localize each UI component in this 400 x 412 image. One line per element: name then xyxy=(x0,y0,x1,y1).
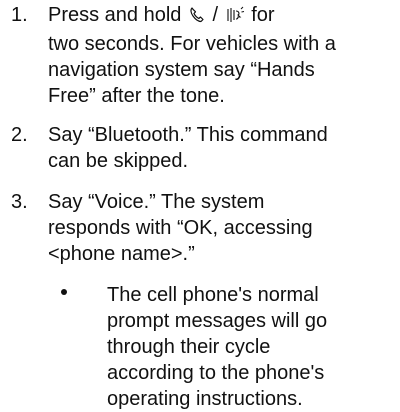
phone-handset-icon xyxy=(188,5,206,31)
voice-speak-icon xyxy=(225,5,245,31)
step-text: Press and hold / for two seconds. For ve… xyxy=(48,2,392,109)
bullet-icon xyxy=(61,289,67,295)
step-1: 1. Press and hold / for two seconds. For… xyxy=(0,2,400,109)
step-number: 1. xyxy=(11,4,28,26)
step-line: Say “Bluetooth.” This command xyxy=(48,124,328,146)
step-2: 2. Say “Bluetooth.” This command can be … xyxy=(0,122,400,174)
bullet-text: The cell phone's normal prompt messages … xyxy=(107,282,392,412)
step-text: Say “Voice.” The system responds with “O… xyxy=(48,189,392,267)
step-line: can be skipped. xyxy=(48,150,189,172)
bullet-item: The cell phone's normal prompt messages … xyxy=(0,282,400,412)
step-3: 3. Say “Voice.” The system responds with… xyxy=(0,189,400,267)
step-line: Say “Voice.” The system xyxy=(48,191,265,213)
instruction-page: 1. Press and hold / for two seconds. For… xyxy=(0,0,400,412)
step-line: responds with “OK, accessing xyxy=(48,217,313,239)
bullet-line: according to the phone's xyxy=(107,362,325,384)
icon-separator: / xyxy=(206,4,224,26)
step-text-fragment: for xyxy=(245,4,275,26)
step-line: <phone name>.” xyxy=(48,243,195,265)
bullet-line: prompt messages will go xyxy=(107,310,328,332)
bullet-line: through their cycle xyxy=(107,336,271,358)
step-line: Free” after the tone. xyxy=(48,85,225,107)
step-line: two seconds. For vehicles with a xyxy=(48,33,336,55)
step-line: navigation system say “Hands xyxy=(48,59,315,81)
bullet-line: The cell phone's normal xyxy=(107,284,319,306)
step-number: 3. xyxy=(11,191,28,213)
step-line: Press and hold / for xyxy=(48,2,392,31)
step-text-fragment: Press and hold xyxy=(48,4,187,26)
step-number: 2. xyxy=(11,124,28,146)
step-text: Say “Bluetooth.” This command can be ski… xyxy=(48,122,392,174)
bullet-line: operating instructions. xyxy=(107,388,303,410)
